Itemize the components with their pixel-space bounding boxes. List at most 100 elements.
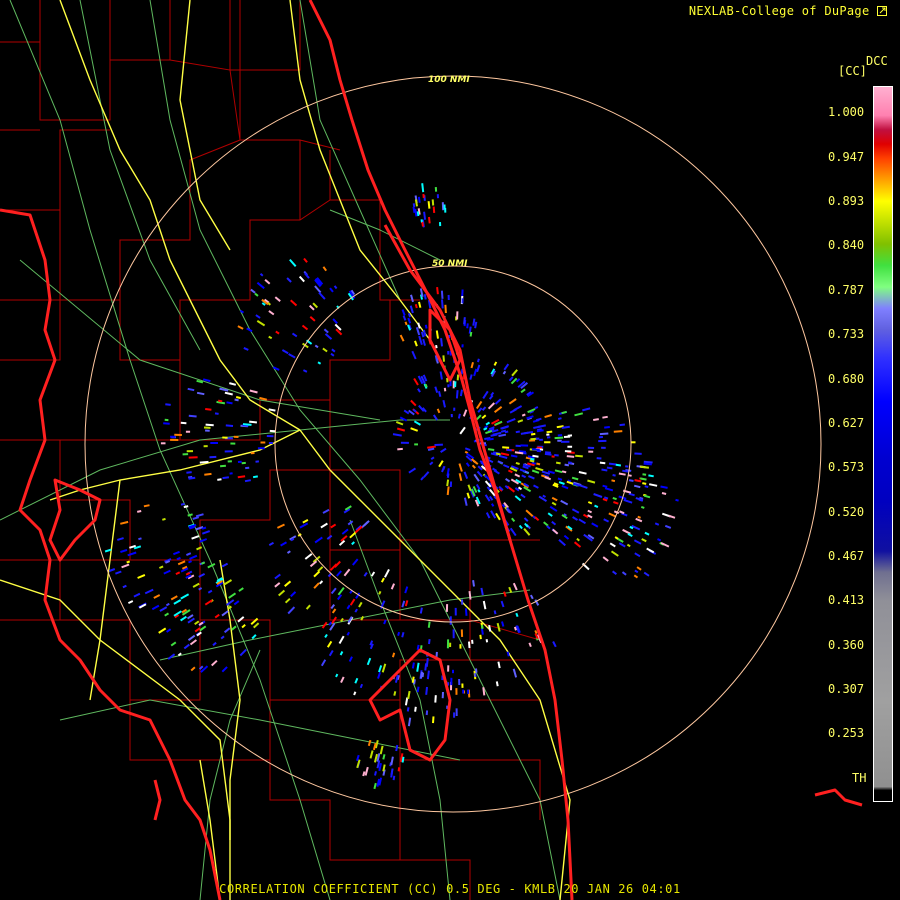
radar-echo	[432, 716, 435, 724]
radar-echo	[104, 548, 112, 553]
radar-echo	[261, 302, 266, 306]
radar-echo	[330, 352, 335, 357]
radar-echo	[664, 524, 672, 529]
radar-echo	[409, 305, 414, 314]
radar-echo	[186, 471, 192, 474]
radar-echo	[176, 556, 181, 561]
radar-echo	[268, 310, 275, 316]
radar-echo	[286, 550, 291, 554]
radar-echo	[392, 775, 396, 781]
radar-echo	[500, 425, 510, 430]
radar-echo	[446, 473, 450, 478]
radar-echo	[446, 486, 450, 496]
radar-echo	[587, 514, 593, 519]
radar-echo	[352, 558, 359, 566]
radar-echo	[411, 676, 415, 683]
radar-echo	[256, 281, 265, 290]
road-network	[0, 0, 561, 900]
radar-echo	[393, 691, 397, 696]
radar-echo	[473, 473, 480, 482]
radar-echo	[348, 656, 353, 662]
radar-echo	[121, 563, 130, 569]
radar-echo	[268, 541, 274, 546]
radar-echo	[250, 288, 256, 294]
radar-echo	[317, 566, 324, 573]
tick-label: 0.413	[828, 593, 865, 607]
radar-echo	[159, 606, 168, 612]
radar-echo	[417, 322, 421, 329]
radar-echo	[649, 483, 658, 487]
radar-echo	[362, 771, 366, 777]
radar-echo	[567, 461, 572, 464]
radar-echo	[551, 496, 558, 502]
radar-echo	[394, 674, 399, 683]
color-scale-bar	[873, 86, 893, 802]
radar-echo	[518, 450, 526, 453]
radar-echo	[363, 572, 368, 577]
radar-echo	[544, 452, 552, 456]
radar-echo	[621, 571, 627, 576]
tick-label: 0.573	[828, 460, 865, 474]
radar-echo	[195, 513, 204, 518]
radar-echo	[196, 546, 203, 551]
radar-echo	[234, 398, 239, 402]
radar-echo	[546, 525, 551, 530]
radar-echo	[571, 476, 579, 481]
radar-echo	[561, 410, 567, 415]
radar-echo	[566, 455, 575, 458]
credit-text: NEXLAB-College of DuPage	[688, 4, 870, 18]
radar-echo	[189, 554, 198, 560]
radar-echo	[341, 528, 349, 535]
radar-echo	[582, 407, 591, 412]
radar-echo	[173, 550, 180, 556]
radar-echo	[515, 612, 519, 618]
radar-echo	[332, 318, 338, 324]
radar-echo	[424, 383, 428, 388]
radar-echo	[544, 476, 552, 481]
radar-echo	[323, 328, 329, 334]
radar-echo	[481, 414, 487, 419]
radar-echo	[275, 330, 280, 335]
radar-echo	[183, 643, 190, 650]
radar-echo	[337, 586, 345, 596]
radar-echo	[235, 396, 242, 400]
radar-echo	[551, 520, 557, 526]
radar-echo	[561, 425, 570, 429]
radar-echo	[476, 364, 481, 373]
radar-echo	[668, 514, 676, 519]
radar-echo	[276, 523, 285, 529]
radar-echo	[528, 642, 532, 648]
radar-echo	[633, 484, 641, 489]
radar-echo	[495, 452, 501, 456]
radar-echo	[501, 621, 505, 627]
radar-echo	[334, 323, 342, 331]
radar-echo	[493, 610, 497, 615]
radar-echo	[555, 461, 561, 465]
radar-echo	[287, 606, 296, 615]
radar-echo	[561, 470, 567, 474]
radar-echo	[520, 431, 529, 435]
radar-echo	[390, 583, 396, 590]
radar-echo	[420, 331, 425, 338]
radar-echo	[517, 419, 524, 423]
radar-echo	[395, 420, 404, 426]
radar-echo	[428, 216, 431, 224]
radar-echo	[252, 475, 258, 479]
radar-echo	[401, 309, 406, 316]
radar-map: 50 NMI 100 NMI	[0, 0, 863, 900]
radar-echo	[511, 517, 516, 523]
radar-echo	[291, 332, 298, 338]
radar-echo	[533, 484, 539, 489]
radar-echo	[237, 475, 246, 479]
radar-echo	[578, 484, 588, 489]
radar-echo	[514, 495, 522, 502]
external-link-icon[interactable]	[877, 6, 887, 16]
radar-echo	[643, 460, 653, 464]
radar-echo	[593, 493, 603, 498]
radar-echo	[180, 502, 185, 506]
radar-echo	[618, 472, 626, 476]
radar-echo	[340, 676, 345, 684]
radar-echo	[122, 584, 127, 589]
radar-echo	[274, 296, 281, 302]
radar-echo	[515, 461, 520, 465]
